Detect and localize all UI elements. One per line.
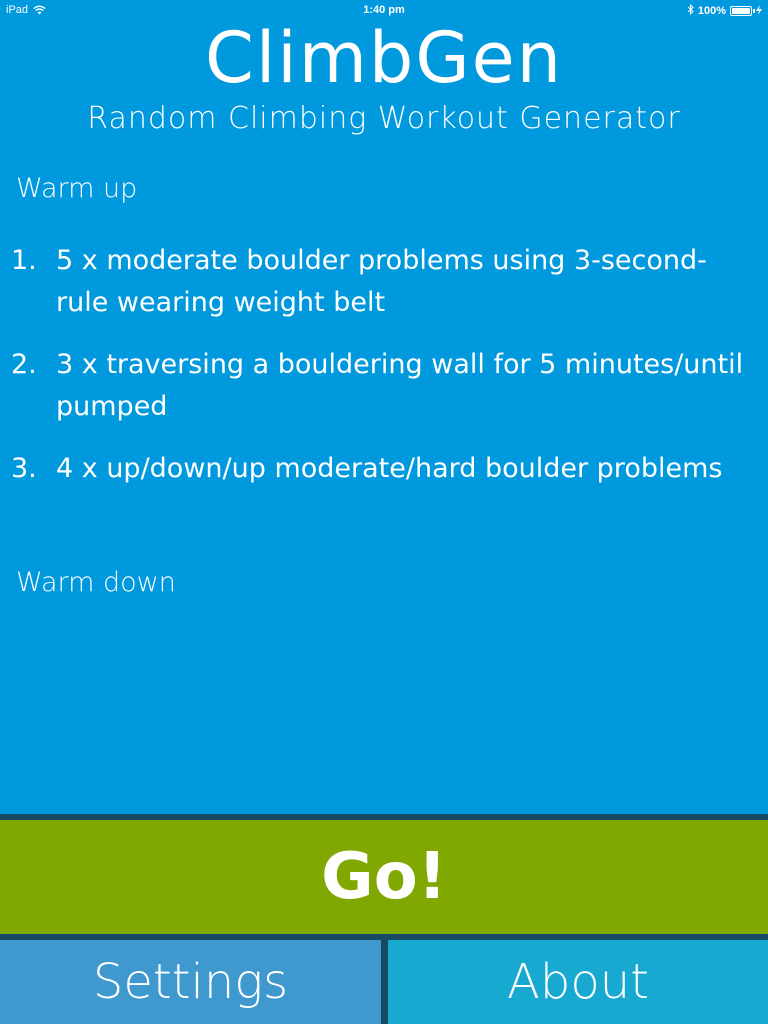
settings-button[interactable]: Settings <box>0 940 381 1024</box>
exercise-number: 3. <box>11 453 37 484</box>
app-subtitle: Random Climbing Workout Generator <box>87 101 681 136</box>
exercise-item: 2. 3 x traversing a bouldering wall for … <box>0 344 768 428</box>
go-button[interactable]: Go! <box>0 820 768 934</box>
about-button[interactable]: About <box>388 940 768 1024</box>
battery-fill <box>732 8 750 14</box>
exercise-item: 1. 5 x moderate boulder problems using 3… <box>0 240 768 324</box>
charging-icon <box>756 4 762 18</box>
exercise-number: 2. <box>11 349 37 380</box>
divider <box>381 940 388 1024</box>
warmup-label: Warm up <box>16 173 138 204</box>
exercise-list: 1. 5 x moderate boulder problems using 3… <box>0 240 768 510</box>
app-title-text: ClimbGen <box>204 17 564 99</box>
warmdown-label: Warm down <box>16 567 176 598</box>
bluetooth-icon <box>687 3 694 18</box>
exercise-text: 4 x up/down/up moderate/hard boulder pro… <box>56 453 723 484</box>
exercise-number: 1. <box>11 245 37 276</box>
battery-percent: 100% <box>697 5 726 17</box>
app-title: ClimbGen <box>0 18 768 98</box>
status-time: 1:40 pm <box>363 4 405 16</box>
app-screen: iPad 1:40 pm 100% ClimbGen Random Climbi… <box>0 0 768 1024</box>
exercise-text: 3 x traversing a bouldering wall for 5 m… <box>56 349 744 422</box>
status-right: 100% <box>687 3 762 18</box>
battery-tip <box>753 9 755 13</box>
exercise-item: 3. 4 x up/down/up moderate/hard boulder … <box>0 448 768 490</box>
battery-icon <box>730 6 755 16</box>
exercise-text: 5 x moderate boulder problems using 3-se… <box>56 245 707 318</box>
